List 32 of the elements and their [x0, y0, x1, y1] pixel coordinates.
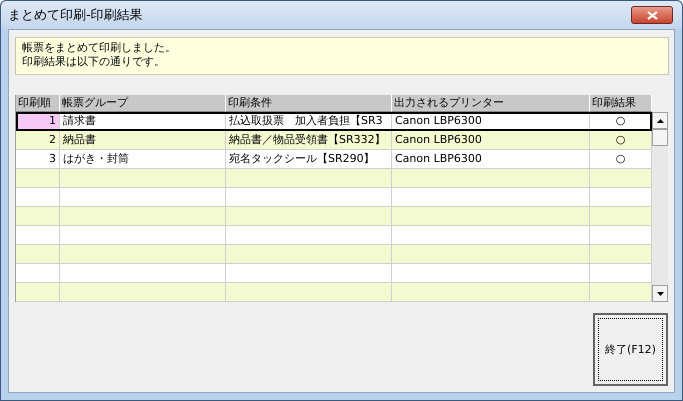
column-header[interactable]: 帳票グループ — [60, 95, 226, 112]
table-cell: 払込取扱票 加入者負担【SR3 — [226, 112, 392, 130]
table-cell: 1 — [16, 112, 60, 130]
message-text: 印刷結果は以下の通りです。 — [22, 55, 166, 69]
column-header[interactable]: 出力されるプリンター — [392, 95, 590, 112]
table-row[interactable]: 3 はがき・封筒 宛名タックシール【SR290】 Canon LBP6300 ○ — [16, 150, 652, 169]
up-arrow-icon — [656, 118, 664, 122]
table-cell: Canon LBP6300 — [392, 112, 590, 130]
close-button[interactable] — [631, 6, 673, 24]
close-icon — [646, 10, 658, 20]
window-title: まとめて印刷-印刷結果 — [8, 7, 143, 24]
table-cell: Canon LBP6300 — [392, 131, 590, 149]
scroll-up-button[interactable] — [652, 112, 668, 129]
table-cell: 3 — [16, 150, 60, 168]
column-header[interactable]: 印刷順 — [16, 95, 60, 112]
table-cell: 宛名タックシール【SR290】 — [226, 150, 392, 168]
column-header[interactable]: 印刷結果 — [590, 95, 652, 112]
scrollbar[interactable] — [652, 112, 668, 302]
table-cell: Canon LBP6300 — [392, 150, 590, 168]
exit-button[interactable]: 終了(F12) — [593, 313, 668, 386]
table-row[interactable]: 2 納品書 納品書／物品受領書【SR332】 Canon LBP6300 ○ — [16, 131, 652, 150]
table-cell: 納品書 — [60, 131, 226, 149]
table-cell: はがき・封筒 — [60, 150, 226, 168]
table-row[interactable]: 1 請求書 払込取扱票 加入者負担【SR3 Canon LBP6300 ○ — [16, 112, 652, 131]
scroll-thumb[interactable] — [652, 129, 668, 146]
column-header[interactable]: 印刷条件 — [226, 95, 392, 112]
scroll-down-button[interactable] — [652, 285, 668, 302]
table-cell: 請求書 — [60, 112, 226, 130]
message-text: 帳票をまとめて印刷しました。 — [22, 41, 177, 55]
table-cell: 2 — [16, 131, 60, 149]
table-cell: 納品書／物品受領書【SR332】 — [226, 131, 392, 149]
down-arrow-icon — [656, 292, 664, 296]
